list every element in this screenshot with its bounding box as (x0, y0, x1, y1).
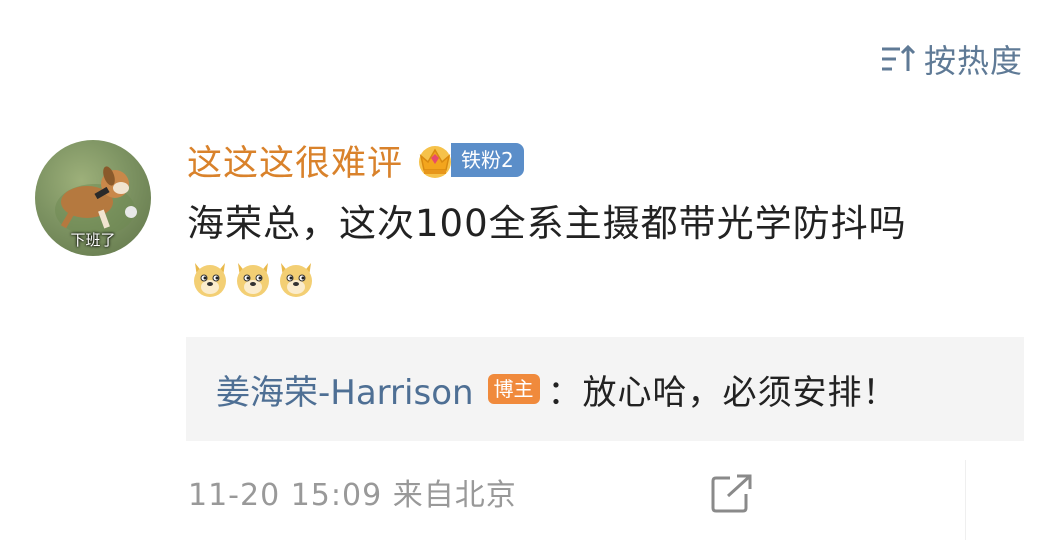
comment-username[interactable]: 这这这很难评 (187, 135, 403, 186)
avatar-caption: 下班了 (70, 231, 116, 249)
avatar[interactable]: 下班了 (35, 140, 151, 256)
reply-author[interactable]: 姜海荣-Harrison (216, 365, 474, 414)
comment-text: 海荣总，这次100全系主摄都带光学防抖吗 (187, 202, 907, 245)
share-icon[interactable] (710, 474, 754, 514)
doge-icon (280, 263, 312, 297)
doge-icon (194, 263, 226, 297)
fan-badge-label: 铁粉2 (451, 143, 524, 177)
timestamp: 11-20 15:09 (188, 478, 383, 513)
reply-text: ：放心哈，必须安排！ (547, 372, 898, 413)
doge-icon (237, 263, 269, 297)
comment-body: 海荣总，这次100全系主摄都带光学防抖吗 (187, 196, 1017, 308)
host-badge: 博主 (487, 374, 540, 404)
comment-header: 这这这很难评 铁粉2 (187, 136, 524, 184)
divider (965, 460, 966, 540)
reply-row: 姜海荣-Harrison 博主 ：放心哈，必须安排！ (216, 365, 898, 413)
sort-icon (881, 44, 916, 71)
location: 来自北京 (392, 478, 517, 513)
emoji-row (189, 257, 317, 299)
fan-badge[interactable]: 铁粉2 (413, 141, 524, 179)
sort-by-hot-button[interactable]: 按热度 (880, 36, 1023, 82)
reply-box[interactable]: 姜海荣-Harrison 博主 ：放心哈，必须安排！ (186, 337, 1024, 441)
sort-label: 按热度 (923, 42, 1023, 80)
comment-meta: 11-20 15:09 来自北京 (188, 470, 517, 514)
